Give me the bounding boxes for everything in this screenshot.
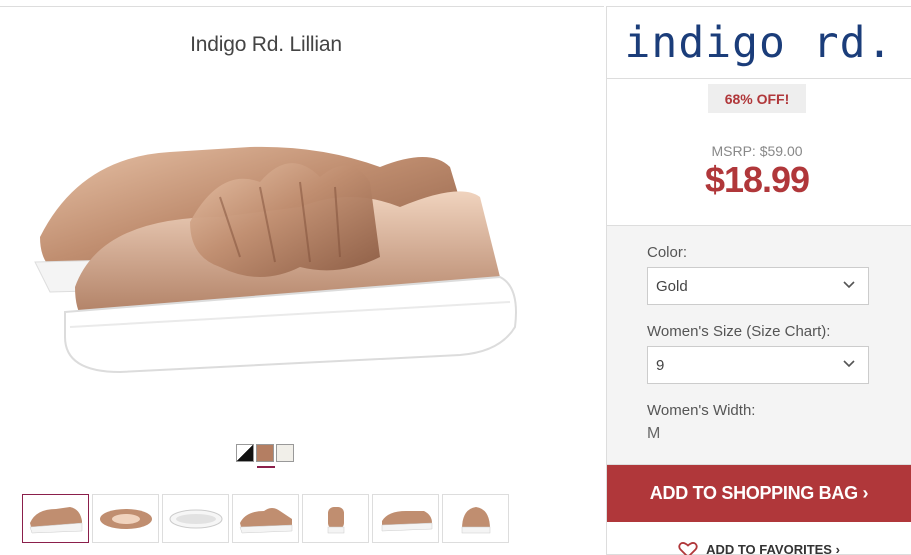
msrp-price: MSRP: $59.00 bbox=[711, 143, 803, 159]
brand-logo: indigo rd. bbox=[624, 17, 894, 68]
product-media-panel: Indigo Rd. Lillian bbox=[0, 6, 604, 555]
thumbnail-shoe-image bbox=[169, 509, 222, 528]
thumbnail-shoe-image bbox=[29, 506, 82, 533]
color-select-value: Gold bbox=[656, 277, 688, 295]
color-select[interactable]: Gold bbox=[647, 267, 869, 305]
thumbnail-1[interactable] bbox=[22, 494, 89, 543]
thumbnail-shoe-image bbox=[327, 506, 344, 533]
thumbnail-6[interactable] bbox=[372, 494, 439, 543]
thumbnail-strip bbox=[22, 494, 509, 543]
brand-logo-box[interactable]: indigo rd. bbox=[607, 7, 911, 79]
thumbnail-shoe-image bbox=[239, 507, 292, 533]
thumbnail-shoe-image bbox=[99, 508, 152, 529]
thumbnail-7[interactable] bbox=[442, 494, 509, 543]
swatch-cream[interactable] bbox=[276, 444, 294, 462]
size-select-value: 9 bbox=[656, 356, 665, 374]
swatch-black-white[interactable] bbox=[236, 444, 254, 462]
width-value: M bbox=[647, 425, 661, 442]
size-label[interactable]: Women's Size (Size Chart): bbox=[647, 323, 830, 340]
selected-swatch-indicator bbox=[257, 466, 275, 468]
price-section: 68% OFF! MSRP: $59.00 $18.99 bbox=[607, 79, 911, 226]
product-options: Color: Gold Women's Size (Size Chart): 9… bbox=[607, 226, 911, 465]
add-to-favorites-button[interactable]: ADD TO FAVORITES › bbox=[607, 537, 911, 555]
width-label: Women's Width: bbox=[647, 402, 756, 419]
thumbnail-4[interactable] bbox=[232, 494, 299, 543]
thumbnail-2[interactable] bbox=[92, 494, 159, 543]
size-select[interactable]: 9 bbox=[647, 346, 869, 384]
thumbnail-3[interactable] bbox=[162, 494, 229, 543]
heart-icon bbox=[678, 541, 698, 555]
add-to-favorites-label: ADD TO FAVORITES › bbox=[706, 542, 840, 555]
thumbnail-shoe-image bbox=[381, 510, 432, 531]
color-swatches bbox=[236, 444, 294, 462]
thumbnail-5[interactable] bbox=[302, 494, 369, 543]
add-to-bag-button[interactable]: ADD TO SHOPPING BAG › bbox=[607, 465, 911, 522]
product-page: Indigo Rd. Lillian indigo rd. 68% OFF! M… bbox=[0, 0, 911, 555]
swatch-gold[interactable] bbox=[256, 444, 274, 462]
purchase-panel: indigo rd. 68% OFF! MSRP: $59.00 $18.99 … bbox=[606, 6, 911, 555]
sale-price: $18.99 bbox=[704, 159, 810, 200]
thumbnail-shoe-image bbox=[461, 506, 490, 533]
chevron-down-icon bbox=[843, 360, 855, 368]
discount-badge: 68% OFF! bbox=[708, 84, 806, 113]
chevron-down-icon bbox=[843, 281, 855, 289]
product-hero-image[interactable] bbox=[20, 127, 520, 397]
color-label: Color: bbox=[647, 244, 688, 261]
product-title: Indigo Rd. Lillian bbox=[190, 33, 342, 56]
